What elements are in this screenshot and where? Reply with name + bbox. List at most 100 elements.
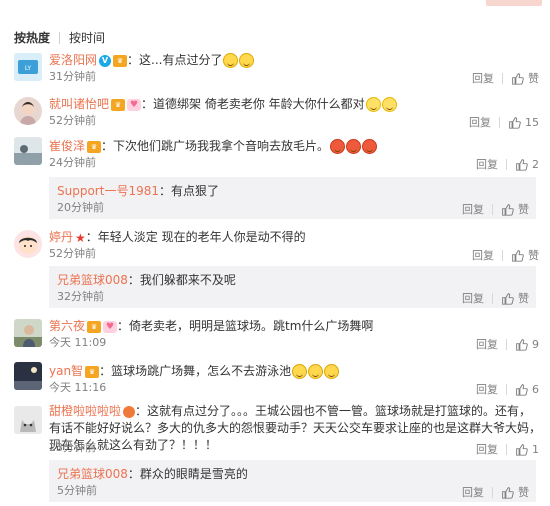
like-count: 15 bbox=[525, 115, 539, 129]
vip-crown-icon: ♛ bbox=[113, 54, 128, 67]
action-divider bbox=[492, 486, 493, 498]
like-button[interactable]: 9 bbox=[515, 338, 539, 351]
sub-reply: 兄弟篮球008：群众的眼睛是雪亮的 5分钟前 回复 赞 bbox=[49, 460, 536, 502]
star-badge-icon: ★ bbox=[75, 230, 86, 245]
reply-button[interactable]: 回复 bbox=[476, 336, 498, 352]
like-button[interactable]: 15 bbox=[508, 116, 539, 129]
like-count: 2 bbox=[532, 157, 539, 171]
like-count: 赞 bbox=[528, 249, 539, 262]
like-button[interactable]: 赞 bbox=[511, 70, 539, 86]
reply-button[interactable]: 回复 bbox=[476, 156, 498, 172]
reply-button[interactable]: 回复 bbox=[472, 247, 494, 263]
comment-item: yan智 ♛ ：篮球场跳广场舞，怎么不去游泳池 今天 11:16 回复 6 bbox=[0, 358, 550, 398]
username[interactable]: 兄弟篮球008 bbox=[57, 467, 128, 481]
avatar[interactable] bbox=[14, 362, 42, 390]
avatar[interactable] bbox=[14, 406, 42, 434]
angry-face-badge-icon bbox=[123, 405, 136, 418]
comment-text: ：篮球场跳广场舞，怎么不去游泳池 bbox=[99, 364, 292, 378]
username[interactable]: 兄弟篮球008 bbox=[57, 273, 128, 287]
action-divider bbox=[506, 158, 507, 170]
username[interactable]: 崔俊泽 bbox=[49, 139, 85, 153]
action-divider bbox=[506, 383, 507, 395]
sort-tabs: 按热度 按时间 bbox=[14, 30, 105, 46]
avatar[interactable] bbox=[14, 97, 42, 125]
comment-text: ：群众的眼睛是雪亮的 bbox=[127, 467, 248, 481]
comment-item: 婷丹 ★：年轻人淡定 现在的老年人你是动不得的 52分钟前 回复 赞 bbox=[0, 226, 550, 264]
reply-button[interactable]: 回复 bbox=[462, 484, 484, 500]
username[interactable]: Support一号1981 bbox=[57, 184, 159, 198]
reply-button[interactable]: 回复 bbox=[462, 201, 484, 217]
action-divider bbox=[502, 249, 503, 261]
like-button[interactable]: 赞 bbox=[501, 484, 529, 500]
comment-time: 今天 11:16 bbox=[49, 381, 107, 394]
thumbs-up-icon bbox=[509, 116, 521, 129]
laugh-emoji-icon bbox=[223, 53, 239, 68]
username[interactable]: 甜橙啦啦啦啦 bbox=[49, 404, 121, 418]
avatar[interactable]: LY bbox=[14, 53, 42, 81]
tab-sort-hot[interactable]: 按热度 bbox=[14, 30, 50, 46]
like-button[interactable]: 赞 bbox=[501, 201, 529, 217]
like-button[interactable]: 2 bbox=[515, 158, 539, 171]
comment-text: ：这...有点过分了 bbox=[127, 53, 223, 67]
username[interactable]: yan智 bbox=[49, 364, 83, 378]
vip-crown-icon: ♛ bbox=[85, 365, 100, 378]
sub-reply: Support一号1981：有点狠了 20分钟前 回复 赞 bbox=[49, 177, 536, 219]
like-button[interactable]: 6 bbox=[515, 383, 539, 396]
comment-text: ：倚老卖老，明明是篮球场。跳tm什么广场舞啊 bbox=[117, 319, 374, 333]
reply-button[interactable]: 回复 bbox=[472, 70, 494, 86]
laugh-emoji-icon bbox=[239, 53, 255, 68]
thumbs-up-icon bbox=[516, 383, 528, 396]
thumbs-up-icon bbox=[512, 72, 524, 85]
comment-item: 崔俊泽 ♛ ：下次他们跳广场我我拿个音响去放毛片。 24分钟前 回复 2 bbox=[0, 131, 550, 171]
comment-time: 24分钟前 bbox=[49, 156, 96, 169]
sub-reply: 兄弟篮球008：我们躲都来不及呢 32分钟前 回复 赞 bbox=[49, 266, 536, 308]
comment-text: ：有点狠了 bbox=[158, 184, 219, 198]
smile-emoji-icon bbox=[381, 97, 397, 112]
tab-divider bbox=[59, 32, 61, 44]
username[interactable]: 第六夜 bbox=[49, 319, 85, 333]
like-button[interactable]: 赞 bbox=[511, 247, 539, 263]
top-bar bbox=[0, 0, 550, 8]
like-count: 赞 bbox=[528, 72, 539, 85]
thumbs-up-icon bbox=[516, 338, 528, 351]
reply-button[interactable]: 回复 bbox=[476, 381, 498, 397]
thumbs-up-icon bbox=[516, 443, 528, 456]
top-action-button[interactable] bbox=[486, 0, 542, 6]
reply-button[interactable]: 回复 bbox=[469, 114, 491, 130]
reply-button[interactable]: 回复 bbox=[462, 290, 484, 306]
reply-button[interactable]: 回复 bbox=[476, 441, 498, 457]
sweat-emoji-icon bbox=[292, 364, 308, 379]
angry-emoji-icon bbox=[330, 139, 346, 154]
thumbs-up-icon bbox=[512, 249, 524, 262]
username[interactable]: 婷丹 bbox=[49, 230, 73, 244]
comment-item: 就叫诸怡吧 ♛ ♥ ：道德绑架 倚老卖老你 年龄大你什么都对 52分钟前 回复 15 bbox=[0, 91, 550, 129]
username[interactable]: 就叫诸怡吧 bbox=[49, 97, 109, 111]
sweat-emoji-icon bbox=[324, 364, 340, 379]
fan-heart-icon: ♥ bbox=[127, 98, 142, 111]
action-divider bbox=[506, 443, 507, 455]
like-button[interactable]: 赞 bbox=[501, 290, 529, 306]
action-divider bbox=[502, 72, 503, 84]
tab-sort-time[interactable]: 按时间 bbox=[69, 30, 105, 46]
like-count: 1 bbox=[532, 442, 539, 456]
comment-text: ：年轻人淡定 现在的老年人你是动不得的 bbox=[85, 230, 306, 244]
thumbs-up-icon bbox=[502, 292, 514, 305]
action-divider bbox=[506, 338, 507, 350]
thumbs-up-icon bbox=[502, 486, 514, 499]
comment-text: ：下次他们跳广场我我拿个音响去放毛片。 bbox=[101, 139, 330, 153]
avatar[interactable] bbox=[14, 230, 42, 258]
thumbs-up-icon bbox=[516, 158, 528, 171]
vip-crown-icon: ♛ bbox=[87, 140, 102, 153]
username[interactable]: 爱洛阳网 bbox=[49, 53, 97, 67]
comment-time: 5分钟前 bbox=[57, 484, 97, 497]
vip-crown-icon: ♛ bbox=[87, 320, 102, 333]
like-button[interactable]: 1 bbox=[515, 443, 539, 456]
like-label: 赞 bbox=[518, 486, 529, 499]
avatar[interactable] bbox=[14, 319, 42, 347]
thumbs-up-icon bbox=[502, 203, 514, 216]
comment-time: 23分钟前 bbox=[49, 441, 96, 454]
like-label: 赞 bbox=[518, 203, 529, 216]
fan-heart-icon: ♥ bbox=[103, 320, 118, 333]
vip-crown-icon: ♛ bbox=[111, 98, 126, 111]
avatar[interactable] bbox=[14, 137, 42, 165]
